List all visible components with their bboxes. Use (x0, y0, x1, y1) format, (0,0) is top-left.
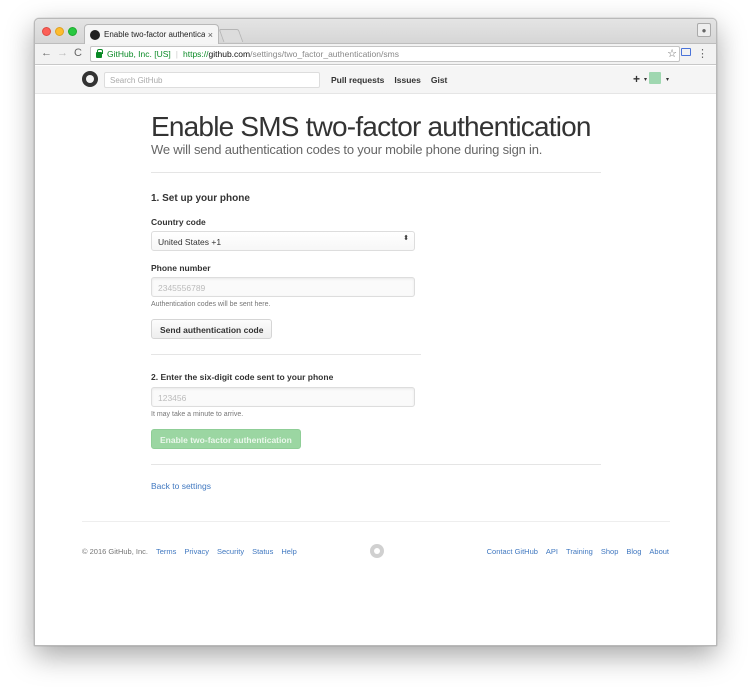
footer-link-shop[interactable]: Shop (601, 547, 619, 556)
footer-link-help[interactable]: Help (281, 547, 296, 556)
step-1-heading: 1. Set up your phone (151, 193, 250, 204)
footer-divider (82, 521, 670, 522)
reload-icon[interactable]: C (74, 47, 82, 59)
divider (151, 354, 421, 355)
footer-link-training[interactable]: Training (566, 547, 593, 556)
back-to-settings-link[interactable]: Back to settings (151, 481, 211, 491)
footer-right: Contact GitHub API Training Shop Blog Ab… (487, 547, 669, 556)
footer-link-status[interactable]: Status (252, 547, 273, 556)
footer-link-contact[interactable]: Contact GitHub (487, 547, 538, 556)
back-arrow-icon[interactable]: ← (41, 47, 52, 59)
enable-2fa-button[interactable]: Enable two-factor authentication (151, 429, 301, 449)
footer-left: © 2016 GitHub, Inc. Terms Privacy Securi… (82, 547, 297, 556)
chevron-down-icon[interactable]: ▾ (666, 76, 669, 83)
divider (151, 172, 601, 173)
tab-title: Enable two-factor authenticati (104, 30, 205, 39)
browser-menu-icon[interactable]: ⋮ (697, 47, 708, 60)
verification-code-input[interactable]: 123456 (151, 387, 415, 407)
browser-window: Enable two-factor authenticati × ● ← → C… (34, 18, 717, 646)
address-bar[interactable]: GitHub, Inc. [US] | https:// github.com … (90, 46, 680, 62)
footer-link-about[interactable]: About (649, 547, 669, 556)
lock-icon (96, 49, 103, 58)
nav-issues[interactable]: Issues (394, 75, 420, 85)
url-path: /settings/two_factor_authentication/sms (250, 49, 399, 59)
forward-arrow-icon[interactable]: → (57, 47, 68, 59)
page-title: Enable SMS two-factor authentication (151, 111, 591, 142)
ev-certificate-label: GitHub, Inc. [US] (107, 49, 171, 59)
url-host: github.com (208, 49, 251, 59)
footer-link-terms[interactable]: Terms (156, 547, 176, 556)
page-subtitle: We will send authentication codes to you… (151, 142, 543, 157)
phone-hint: Authentication codes will be sent here. (151, 301, 271, 308)
nav-gist[interactable]: Gist (431, 75, 448, 85)
send-code-button[interactable]: Send authentication code (151, 319, 273, 339)
step-2-heading: 2. Enter the six-digit code sent to your… (151, 372, 334, 382)
browser-toolbar: ← → C GitHub, Inc. [US] | https:// githu… (35, 44, 716, 65)
code-hint: It may take a minute to arrive. (151, 411, 244, 418)
maximize-window-button[interactable] (68, 27, 77, 36)
footer-link-api[interactable]: API (546, 547, 558, 556)
footer-link-security[interactable]: Security (217, 547, 244, 556)
header-nav: Pull requests Issues Gist (331, 75, 447, 85)
url-scheme: https:// (183, 49, 209, 59)
browser-tab[interactable]: Enable two-factor authenticati × (84, 24, 219, 44)
github-octocat-icon[interactable] (82, 71, 98, 87)
minimize-window-button[interactable] (55, 27, 64, 36)
page-header: Enable SMS two-factor authentication We … (151, 109, 601, 157)
profile-icon[interactable]: ● (697, 23, 711, 37)
select-arrows-icon: ⬍ (403, 235, 409, 242)
url-separator: | (175, 49, 178, 59)
footer-link-blog[interactable]: Blog (626, 547, 641, 556)
tab-close-icon[interactable]: × (208, 30, 213, 40)
country-code-label: Country code (151, 217, 206, 227)
phone-number-input[interactable]: 2345556789 (151, 277, 415, 297)
github-favicon-icon (90, 29, 100, 40)
divider (151, 464, 601, 465)
country-code-select[interactable]: United States +1 ⬍ (151, 231, 415, 251)
phone-number-label: Phone number (151, 263, 211, 273)
country-code-value: United States +1 (158, 237, 222, 247)
chevron-down-icon[interactable]: ▾ (644, 76, 647, 83)
close-window-button[interactable] (42, 27, 51, 36)
github-header: Search GitHub Pull requests Issues Gist … (35, 66, 716, 94)
bookmark-star-icon[interactable]: ☆ (667, 47, 677, 60)
create-new-plus-icon[interactable]: + (633, 72, 640, 86)
search-input[interactable]: Search GitHub (104, 72, 320, 88)
avatar[interactable] (649, 72, 661, 84)
footer-link-privacy[interactable]: Privacy (184, 547, 209, 556)
new-tab-button[interactable] (218, 29, 244, 42)
nav-pull-requests[interactable]: Pull requests (331, 75, 384, 85)
tab-strip: Enable two-factor authenticati × ● (35, 19, 716, 44)
github-mark-icon[interactable] (370, 544, 384, 558)
footer-copyright: © 2016 GitHub, Inc. (82, 547, 148, 556)
cast-icon[interactable] (681, 48, 691, 56)
